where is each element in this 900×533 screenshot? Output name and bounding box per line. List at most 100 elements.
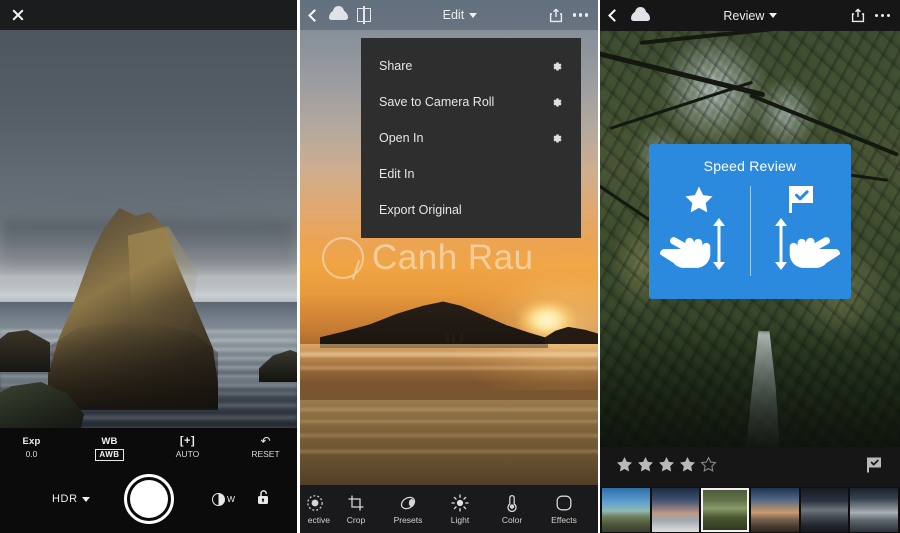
tool-presets[interactable]: Presets bbox=[382, 494, 434, 525]
more-dots-icon[interactable] bbox=[573, 13, 588, 16]
shutter-button[interactable] bbox=[124, 474, 174, 524]
tool-optics[interactable]: Optics bbox=[590, 494, 598, 525]
star-icon[interactable] bbox=[658, 456, 675, 478]
menu-item-export-original[interactable]: Export Original bbox=[361, 192, 581, 228]
more-dots-icon[interactable] bbox=[875, 14, 890, 17]
tool-color[interactable]: Color bbox=[486, 494, 538, 525]
review-panel: Review Speed Review bbox=[600, 0, 900, 533]
menu-item-label: Save to Camera Roll bbox=[379, 95, 494, 109]
hdr-label: HDR bbox=[52, 493, 78, 505]
thumb-6[interactable] bbox=[850, 488, 898, 532]
menu-item-label: Open In bbox=[379, 131, 423, 145]
tool-label: Presets bbox=[382, 515, 434, 525]
star-icon[interactable] bbox=[637, 456, 654, 478]
star-icon[interactable] bbox=[679, 456, 696, 478]
chevron-down-icon bbox=[469, 13, 477, 18]
sea-stack-shadow bbox=[48, 320, 218, 410]
menu-item-edit-in[interactable]: Edit In bbox=[361, 156, 581, 192]
share-export-icon[interactable] bbox=[549, 8, 563, 23]
edit-title[interactable]: Edit bbox=[371, 8, 549, 22]
chevron-down-icon bbox=[769, 13, 777, 18]
tool-crop[interactable]: Crop bbox=[330, 494, 382, 525]
white-balance-label: WB bbox=[82, 435, 138, 448]
white-balance-control[interactable]: WB AWB bbox=[82, 435, 138, 461]
lens-label: W bbox=[227, 494, 235, 504]
shutter-inner bbox=[130, 480, 168, 518]
tool-label: Crop bbox=[330, 515, 382, 525]
thumb-2[interactable] bbox=[652, 488, 700, 532]
swipe-hand-icon bbox=[656, 216, 742, 274]
thumb-1[interactable] bbox=[602, 488, 650, 532]
camera-panel: Exp 0.0 WB AWB [+] AUTO ↶ RESET bbox=[0, 0, 297, 533]
screenshot-stage: Exp 0.0 WB AWB [+] AUTO ↶ RESET bbox=[0, 0, 900, 533]
flag-check-icon bbox=[785, 182, 817, 216]
focus-value: AUTO bbox=[160, 448, 216, 460]
white-balance-value-wrap: AWB bbox=[82, 448, 138, 461]
ripple-4 bbox=[300, 450, 598, 453]
thumb-4[interactable] bbox=[751, 488, 799, 532]
cloud-sync-icon[interactable] bbox=[631, 11, 650, 21]
share-export-icon[interactable] bbox=[851, 8, 865, 23]
ripple-1 bbox=[300, 408, 598, 411]
lens-icon bbox=[212, 493, 225, 506]
camera-viewfinder bbox=[0, 30, 297, 428]
review-title[interactable]: Review bbox=[650, 9, 851, 23]
tool-light[interactable]: Light bbox=[434, 494, 486, 525]
flag-check-icon[interactable] bbox=[865, 456, 884, 479]
chevron-down-icon bbox=[82, 497, 90, 502]
tool-effects[interactable]: Effects bbox=[538, 494, 590, 525]
close-x-icon[interactable] bbox=[10, 7, 26, 23]
reset-control[interactable]: ↶ RESET bbox=[238, 435, 294, 460]
swipe-hand-icon bbox=[758, 216, 844, 274]
unlock-icon[interactable] bbox=[256, 489, 271, 510]
edit-panel: Canh Rau Edit Shar bbox=[300, 0, 598, 533]
camera-shutter-row: HDR W bbox=[0, 465, 297, 533]
edit-toolbar: ective Crop Presets Light bbox=[300, 485, 598, 533]
crop-icon bbox=[330, 494, 382, 513]
menu-item-save-to-camera-roll[interactable]: Save to Camera Roll bbox=[361, 84, 581, 120]
photo-vignette bbox=[600, 317, 900, 447]
menu-item-open-in[interactable]: Open In bbox=[361, 120, 581, 156]
speed-review-rate-column bbox=[649, 182, 750, 286]
gear-icon[interactable] bbox=[550, 96, 563, 109]
wave-line-1 bbox=[300, 352, 598, 357]
gear-icon[interactable] bbox=[550, 60, 563, 73]
star-icon-empty[interactable] bbox=[700, 456, 717, 478]
tool-label: Optics bbox=[590, 515, 598, 525]
compare-split-icon[interactable] bbox=[357, 8, 371, 22]
focus-icon: [+] bbox=[160, 435, 216, 448]
back-chevron-icon[interactable] bbox=[608, 9, 621, 22]
wave-line-2 bbox=[300, 366, 598, 370]
star-rating[interactable] bbox=[616, 456, 717, 478]
camera-settings-row: Exp 0.0 WB AWB [+] AUTO ↶ RESET bbox=[0, 428, 297, 461]
tool-label: Effects bbox=[538, 515, 590, 525]
speed-review-card: Speed Review bbox=[649, 144, 851, 299]
menu-item-share[interactable]: Share bbox=[361, 48, 581, 84]
figure-1 bbox=[446, 333, 449, 342]
tool-label: Color bbox=[486, 515, 538, 525]
star-icon[interactable] bbox=[616, 456, 633, 478]
filmstrip bbox=[600, 487, 900, 533]
tool-selective[interactable]: ective bbox=[300, 494, 330, 525]
rating-bar bbox=[600, 447, 900, 487]
thumb-5[interactable] bbox=[801, 488, 849, 532]
cloud-sync-icon[interactable] bbox=[329, 10, 348, 20]
review-title-label: Review bbox=[723, 9, 764, 23]
exposure-control[interactable]: Exp 0.0 bbox=[4, 435, 60, 460]
effects-icon bbox=[538, 494, 590, 513]
presets-icon bbox=[382, 494, 434, 513]
tool-label: Light bbox=[434, 515, 486, 525]
lens-toggle-button[interactable]: W bbox=[212, 493, 235, 506]
back-chevron-icon[interactable] bbox=[308, 9, 321, 22]
menu-item-label: Edit In bbox=[379, 167, 414, 181]
edit-topbar: Edit bbox=[300, 0, 598, 30]
hdr-button[interactable]: HDR bbox=[52, 493, 90, 505]
camera-controls: Exp 0.0 WB AWB [+] AUTO ↶ RESET bbox=[0, 428, 297, 533]
focus-control[interactable]: [+] AUTO bbox=[160, 435, 216, 460]
menu-item-label: Share bbox=[379, 59, 412, 73]
edit-share-menu: Share Save to Camera Roll Open In Edit I… bbox=[361, 38, 581, 238]
gear-icon[interactable] bbox=[550, 132, 563, 145]
thumb-3[interactable] bbox=[701, 488, 749, 532]
speed-review-flag-column bbox=[751, 182, 852, 286]
figure-2 bbox=[452, 334, 455, 343]
